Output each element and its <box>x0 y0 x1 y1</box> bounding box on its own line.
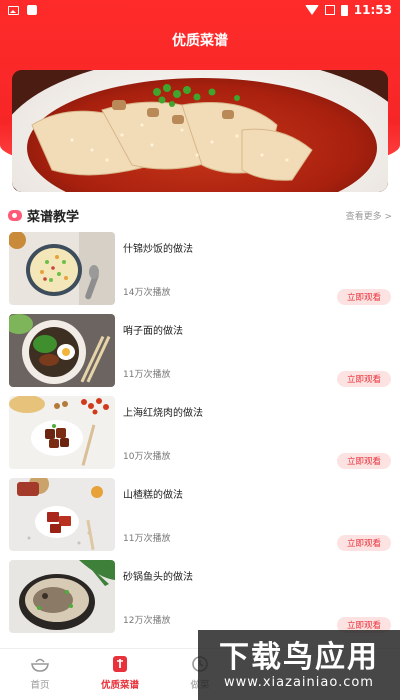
fish-head-casserole-image <box>9 560 115 633</box>
watch-now-button[interactable]: 立即观看 <box>337 289 391 305</box>
list-item[interactable]: 上海红烧肉的做法 10万次播放 立即观看 <box>0 396 400 478</box>
braised-pork-image <box>9 396 115 469</box>
tab-label: 首页 <box>30 680 50 691</box>
noodles-image <box>9 314 115 387</box>
watch-now-button[interactable]: 立即观看 <box>337 535 391 551</box>
list-item[interactable]: 哨子面的做法 11万次播放 立即观看 <box>0 314 400 396</box>
play-count: 12万次播放 <box>123 616 171 626</box>
battery-icon <box>340 4 348 16</box>
recipe-list: 什锦炒饭的做法 14万次播放 立即观看 哨子面的做法 11万次播放 立即观看 上… <box>0 232 400 642</box>
page-title: 优质菜谱 <box>172 33 228 49</box>
watermark-text: 下载鸟应用 <box>219 639 379 675</box>
recipe-thumbnail[interactable] <box>9 396 115 469</box>
status-bar: 11:53 <box>0 0 400 20</box>
view-more-link[interactable]: 查看更多 > <box>346 209 392 222</box>
recipe-title: 什锦炒饭的做法 <box>123 244 193 255</box>
sim-icon <box>324 5 335 15</box>
fried-rice-image <box>9 232 115 305</box>
play-count: 11万次播放 <box>123 534 171 544</box>
list-item[interactable]: 山楂糕的做法 11万次播放 立即观看 <box>0 478 400 560</box>
bowl-icon <box>31 658 49 672</box>
banner-image[interactable] <box>12 70 388 192</box>
recipe-title: 上海红烧肉的做法 <box>123 408 203 419</box>
tab-label: 优质菜谱 <box>100 680 139 691</box>
recipe-thumbnail[interactable] <box>9 560 115 633</box>
book-icon <box>113 656 127 672</box>
image-notification-icon <box>8 5 19 15</box>
play-count: 10万次播放 <box>123 452 171 462</box>
recipe-thumbnail[interactable] <box>9 314 115 387</box>
recipe-title: 山楂糕的做法 <box>123 490 183 501</box>
section-header: 菜谱教学 查看更多 > <box>8 205 392 225</box>
watermark: 下载鸟应用 www.xiazainiao.com <box>198 630 400 700</box>
watch-now-button[interactable]: 立即观看 <box>337 371 391 387</box>
recipe-thumbnail[interactable] <box>9 478 115 551</box>
watermark-url: www.xiazainiao.com <box>224 674 374 690</box>
recipe-title: 砂锅鱼头的做法 <box>123 572 193 583</box>
recipe-thumbnail[interactable] <box>9 232 115 305</box>
wifi-icon <box>304 5 319 15</box>
chat-bubble-icon <box>8 209 22 221</box>
recipe-title: 哨子面的做法 <box>123 326 183 337</box>
watch-now-button[interactable]: 立即观看 <box>337 453 391 469</box>
play-count: 14万次播放 <box>123 288 171 298</box>
list-item[interactable]: 什锦炒饭的做法 14万次播放 立即观看 <box>0 232 400 314</box>
dish-banner-illustration <box>12 70 388 192</box>
status-time: 11:53 <box>353 3 392 17</box>
section-title: 菜谱教学 <box>27 209 80 225</box>
message-notification-icon <box>27 5 37 15</box>
play-count: 11万次播放 <box>123 370 171 380</box>
hawthorn-cake-image <box>9 478 115 551</box>
tab-recipes[interactable]: 优质菜谱 <box>80 649 160 700</box>
tab-home[interactable]: 首页 <box>0 649 80 700</box>
